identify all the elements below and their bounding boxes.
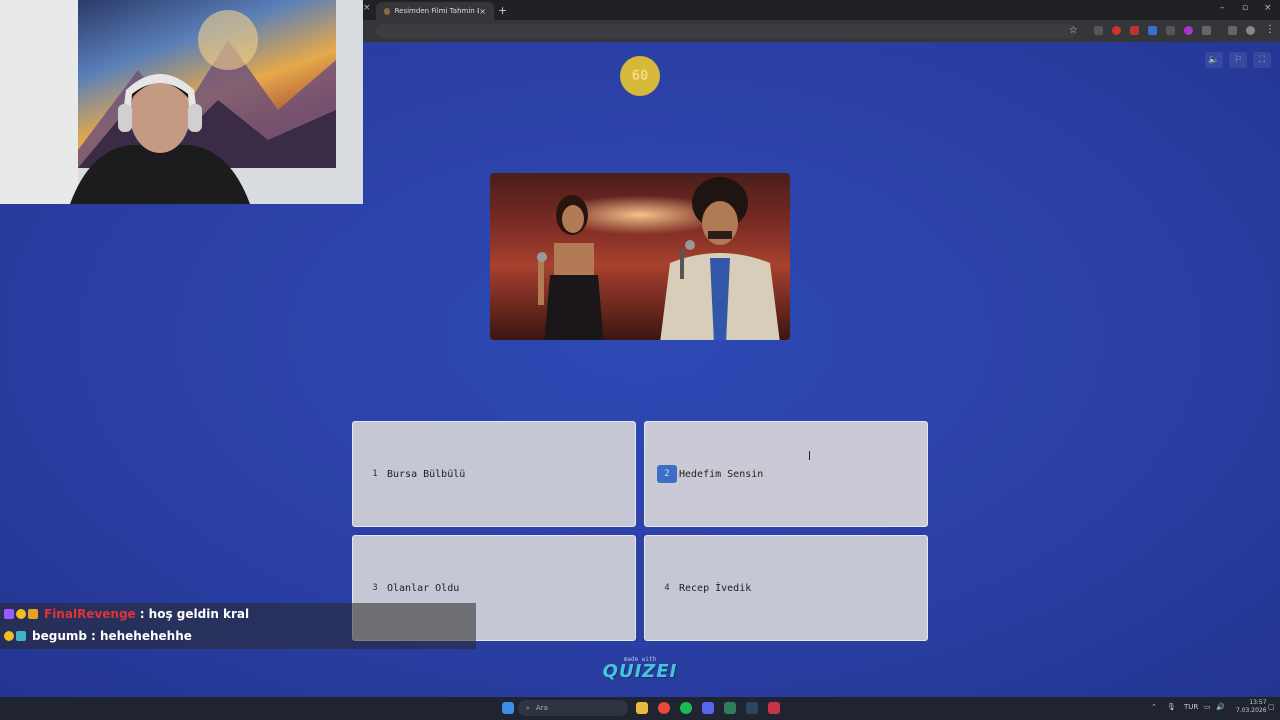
webcam-overlay bbox=[0, 0, 363, 204]
microphone-icon[interactable]: 🎙 bbox=[1167, 703, 1176, 711]
tab-favicon-icon bbox=[384, 7, 390, 15]
answer-number: 4 bbox=[664, 583, 670, 593]
discord-icon[interactable] bbox=[702, 702, 714, 714]
streamer-figure bbox=[70, 74, 250, 204]
close-window-button[interactable]: × bbox=[1264, 3, 1272, 13]
chat-message: begumb : hehehehehhe bbox=[0, 625, 476, 647]
extensions-menu-icon[interactable] bbox=[1202, 26, 1211, 35]
answer-number: 2 bbox=[657, 465, 677, 483]
tray-chevron-icon[interactable]: ⌃ bbox=[1151, 703, 1157, 711]
answer-label: Bursa Bülbülü bbox=[387, 468, 466, 480]
volume-icon[interactable]: 🔊 bbox=[1216, 703, 1225, 711]
extension-icon[interactable] bbox=[1094, 26, 1103, 35]
answer-label: Olanlar Oldu bbox=[387, 582, 460, 594]
clock-date: 7.03.2026 bbox=[1236, 707, 1267, 714]
made-with-quizei-logo[interactable]: made with QUIZEI bbox=[600, 656, 680, 681]
extension-icon[interactable] bbox=[1184, 26, 1193, 35]
app-icon[interactable] bbox=[724, 702, 736, 714]
profile-avatar[interactable] bbox=[1246, 26, 1255, 35]
clock-time: 13:57 bbox=[1249, 699, 1267, 706]
search-icon: ⌕ bbox=[526, 703, 530, 712]
chat-text: : hoş geldin kral bbox=[139, 607, 250, 621]
badge-icon bbox=[28, 609, 38, 619]
extension-icon[interactable] bbox=[1112, 26, 1121, 35]
taskbar-clock[interactable]: 13:57 7.03.2026 bbox=[1236, 699, 1267, 715]
maximize-button[interactable]: ▫ bbox=[1242, 3, 1248, 13]
extension-icon[interactable] bbox=[1148, 26, 1157, 35]
movie-still-image bbox=[490, 173, 790, 340]
badge-icon bbox=[16, 609, 26, 619]
tab-title: Resimden Filmi Tahmin Et - 1 - bbox=[394, 7, 480, 15]
file-explorer-icon[interactable] bbox=[636, 702, 648, 714]
notifications-icon[interactable]: ▢ bbox=[1268, 703, 1275, 711]
answer-number: 1 bbox=[372, 469, 378, 479]
app-icon[interactable] bbox=[768, 702, 780, 714]
mouse-cursor-icon bbox=[809, 451, 816, 460]
sound-icon[interactable]: 🔈 bbox=[1205, 52, 1223, 68]
chat-message: FinalRevenge : hoş geldin kral bbox=[0, 603, 476, 625]
network-icon[interactable]: ▭ bbox=[1204, 703, 1211, 711]
start-icon[interactable] bbox=[502, 702, 514, 714]
extension-icon[interactable] bbox=[1130, 26, 1139, 35]
address-bar[interactable] bbox=[376, 24, 1076, 38]
quiz-controls: 🔈 ⚐ ⛶ bbox=[1205, 52, 1271, 68]
answer-option-4[interactable]: 4 Recep İvedik bbox=[644, 535, 928, 641]
answer-option-1[interactable]: 1 Bursa Bülbülü bbox=[352, 421, 636, 527]
flag-icon[interactable]: ⚐ bbox=[1229, 52, 1247, 68]
answer-number: 3 bbox=[372, 583, 378, 593]
countdown-timer: 60 bbox=[620, 56, 660, 96]
chat-username: begumb bbox=[32, 629, 87, 643]
kebab-menu-icon[interactable]: ⋮ bbox=[1265, 24, 1275, 35]
answer-option-2[interactable]: 2 Hedefim Sensin bbox=[644, 421, 928, 527]
tab-close-icon[interactable]: × bbox=[479, 7, 486, 16]
chat-text: : hehehehehhe bbox=[90, 629, 192, 643]
singer-man-figure bbox=[660, 177, 780, 340]
taskbar-search[interactable]: ⌕ Ara bbox=[518, 700, 628, 716]
chat-username: FinalRevenge bbox=[44, 607, 136, 621]
badge-icon bbox=[4, 631, 14, 641]
singer-woman-figure bbox=[537, 195, 604, 340]
answer-label: Hedefim Sensin bbox=[679, 468, 764, 480]
extension-icon[interactable] bbox=[1166, 26, 1175, 35]
fullscreen-icon[interactable]: ⛶ bbox=[1253, 52, 1271, 68]
browser-tab[interactable]: Resimden Filmi Tahmin Et - 1 - × bbox=[376, 2, 494, 20]
answer-label: Recep İvedik bbox=[679, 582, 752, 594]
reading-list-icon[interactable] bbox=[1228, 26, 1237, 35]
spotify-icon[interactable] bbox=[680, 702, 692, 714]
steam-icon[interactable] bbox=[746, 702, 758, 714]
language-indicator[interactable]: TUR bbox=[1184, 703, 1198, 711]
quizei-brand: QUIZEI bbox=[602, 661, 678, 682]
bookmark-star-icon[interactable]: ☆ bbox=[1069, 25, 1078, 36]
chrome-icon[interactable] bbox=[658, 702, 670, 714]
search-placeholder: Ara bbox=[535, 704, 548, 712]
prev-tab-close-icon[interactable]: × bbox=[363, 3, 371, 13]
badge-icon bbox=[16, 631, 26, 641]
minimize-button[interactable]: – bbox=[1220, 3, 1225, 13]
chat-overlay: FinalRevenge : hoş geldin kral begumb : … bbox=[0, 603, 476, 649]
badge-icon bbox=[4, 609, 14, 619]
new-tab-button[interactable]: + bbox=[498, 4, 507, 17]
